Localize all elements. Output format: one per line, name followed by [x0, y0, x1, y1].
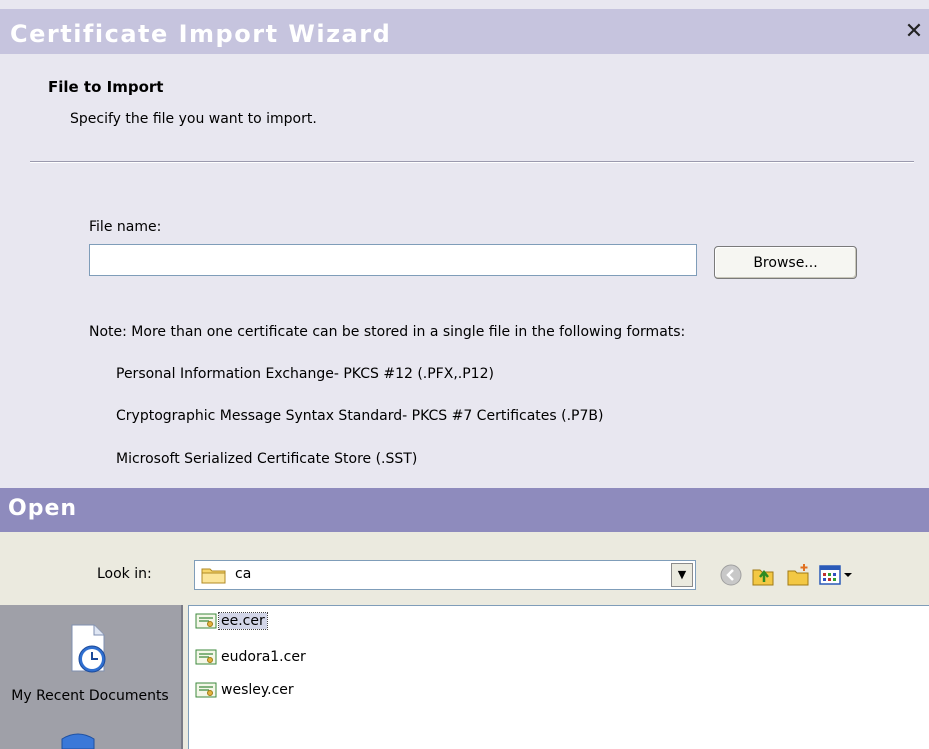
file-name-input[interactable]	[89, 244, 697, 276]
file-name: ee.cer	[218, 612, 268, 630]
page-subheading: Specify the file you want to import.	[70, 111, 317, 127]
format-item-sst: Microsoft Serialized Certificate Store (…	[116, 451, 418, 467]
back-icon[interactable]	[718, 562, 744, 588]
places-item-recent-documents[interactable]: My Recent Documents	[10, 615, 170, 725]
desktop-icon[interactable]	[58, 733, 98, 749]
list-item[interactable]: eudora1.cer	[195, 646, 308, 668]
look-in-label: Look in:	[97, 566, 152, 582]
certificate-file-icon	[195, 649, 217, 665]
certificate-file-icon	[195, 682, 217, 698]
certificate-file-icon	[195, 613, 217, 629]
open-dialog-title: Open	[8, 496, 78, 521]
look-in-dropdown[interactable]: ca ▼	[194, 560, 696, 590]
certificate-import-wizard: Certificate Import Wizard ✕ File to Impo…	[0, 0, 929, 488]
places-bar: My Recent Documents	[0, 605, 183, 749]
format-item-pfx: Personal Information Exchange- PKCS #12 …	[116, 366, 494, 382]
format-item-p7b: Cryptographic Message Syntax Standard- P…	[116, 408, 604, 424]
folder-icon	[201, 568, 226, 584]
new-folder-icon[interactable]	[785, 562, 811, 588]
file-name: eudora1.cer	[221, 649, 306, 665]
look-in-value: ca	[235, 566, 252, 582]
list-item[interactable]: ee.cer	[195, 610, 268, 632]
header-divider	[30, 161, 914, 163]
recent-documents-icon	[71, 624, 106, 673]
list-item[interactable]: wesley.cer	[195, 679, 296, 701]
chevron-down-icon[interactable]: ▼	[671, 563, 693, 587]
places-item-label: My Recent Documents	[11, 688, 169, 704]
wizard-title-bar[interactable]: Certificate Import Wizard ✕	[0, 9, 929, 54]
page-heading: File to Import	[48, 78, 164, 96]
view-menu-icon[interactable]	[818, 562, 858, 588]
file-name-label: File name:	[89, 219, 162, 235]
browse-button[interactable]: Browse...	[714, 246, 857, 279]
formats-note: Note: More than one certificate can be s…	[89, 324, 686, 340]
close-icon[interactable]: ✕	[902, 20, 926, 44]
open-dialog-title-bar[interactable]: Open	[0, 488, 929, 532]
file-list[interactable]: ee.cer eudora1.cer wesley.cer	[188, 605, 929, 749]
wizard-title: Certificate Import Wizard	[10, 20, 392, 48]
up-folder-icon[interactable]	[750, 562, 776, 588]
wizard-header: File to Import Specify the file you want…	[0, 54, 929, 162]
file-name: wesley.cer	[221, 682, 294, 698]
